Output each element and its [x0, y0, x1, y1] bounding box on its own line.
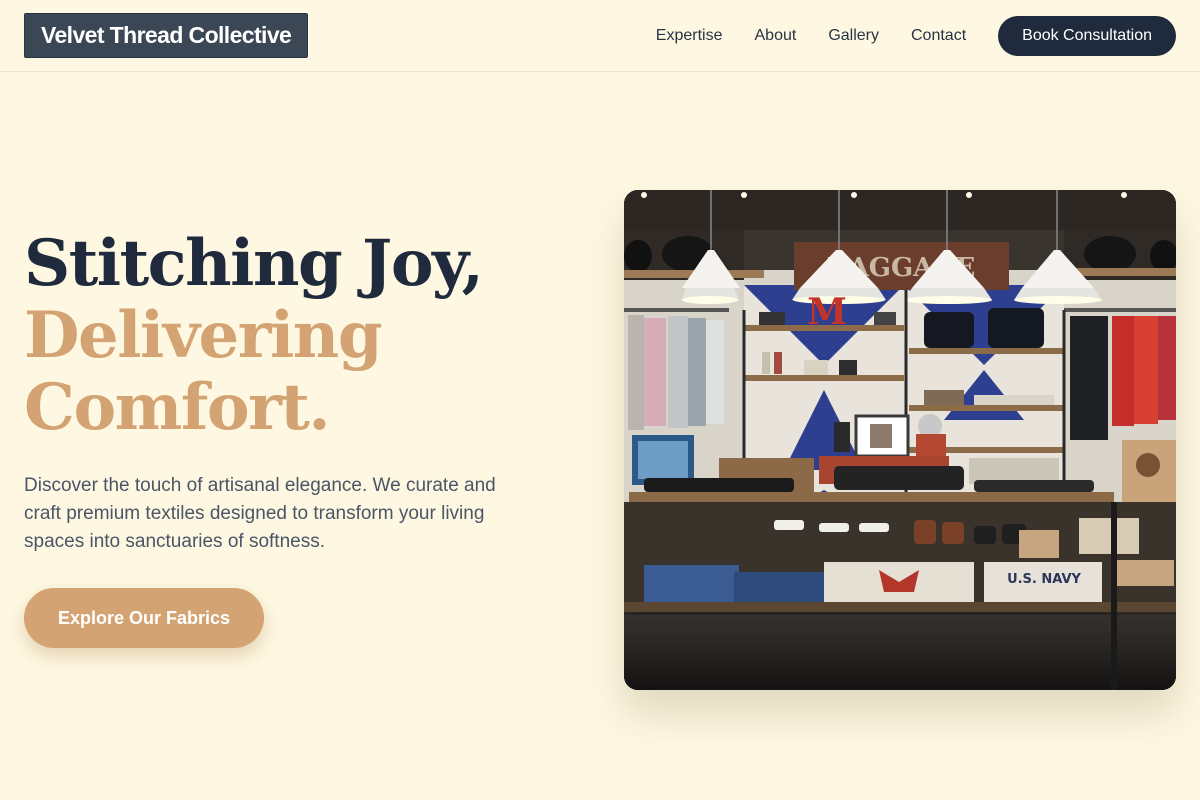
hero-title-line-2: Delivering — [24, 298, 383, 373]
explore-fabrics-button[interactable]: Explore Our Fabrics — [24, 588, 264, 648]
site-header: Velvet Thread Collective Expertise About… — [0, 0, 1200, 72]
main-nav: Expertise About Gallery Contact Book Con… — [656, 0, 1176, 72]
navy-shirt-text: U.S. NAVY — [1007, 572, 1081, 587]
nav-link-about[interactable]: About — [755, 27, 797, 45]
book-consultation-button[interactable]: Book Consultation — [998, 16, 1176, 56]
hero-description: Discover the touch of artisanal elegance… — [24, 475, 496, 552]
nav-link-gallery[interactable]: Gallery — [828, 27, 879, 45]
logo[interactable]: Velvet Thread Collective — [24, 13, 309, 58]
store-interior-image: BAGGAGE M U.S. NAVY — [624, 190, 1176, 690]
nav-link-expertise[interactable]: Expertise — [656, 27, 723, 45]
hero-title-line-3: Comfort. — [24, 370, 331, 445]
nav-link-contact[interactable]: Contact — [911, 27, 966, 45]
shelf-letter: M — [807, 291, 847, 333]
hero-title: Stitching Joy, Delivering Comfort. — [24, 226, 484, 445]
hero-title-line-1: Stitching Joy, — [24, 226, 484, 301]
